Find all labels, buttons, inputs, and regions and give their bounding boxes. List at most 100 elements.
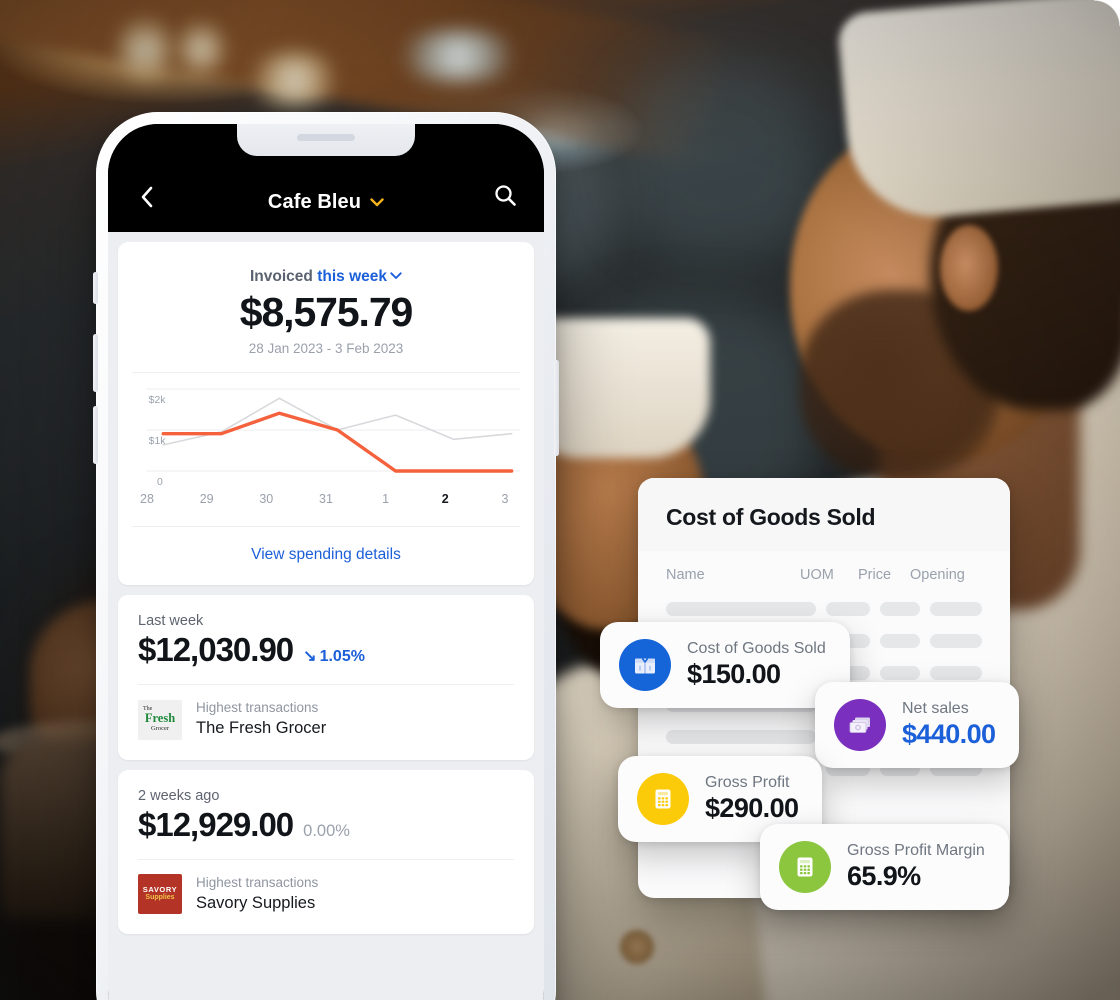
metric-text: Cost of Goods Sold $150.00 <box>687 639 826 691</box>
week-delta-value: 1.05% <box>319 648 365 666</box>
highest-transaction-row[interactable]: SAVORY Supplies Highest transactions Sav… <box>138 873 514 914</box>
metric-label: Cost of Goods Sold <box>687 640 826 658</box>
metric-value: 65.9% <box>847 861 921 892</box>
phone-silent-switch[interactable] <box>93 272 98 304</box>
logo-line-3: Grocer <box>150 725 170 733</box>
chart-xtick-2: 2 <box>441 492 449 507</box>
metric-label: Gross Profit <box>705 774 790 792</box>
highest-transaction-row[interactable]: The Fresh Grocer Highest transactions Th… <box>138 699 514 740</box>
week-delta: ↘ 1.05% <box>303 646 365 666</box>
chart-xtick-28: 28 <box>140 492 154 507</box>
metric-text: Net sales $440.00 <box>902 699 996 751</box>
chart-xtick-30: 30 <box>259 492 274 507</box>
week-delta-value: 0.00% <box>303 821 350 840</box>
ytick-label-2k: $2k <box>149 395 167 406</box>
ytick-label-0: 0 <box>157 477 163 488</box>
skeleton-cell-open <box>930 634 982 648</box>
phone-volume-up-button[interactable] <box>93 334 98 392</box>
metric-value: $440.00 <box>902 719 996 750</box>
page-title: Cafe Bleu <box>267 191 362 213</box>
chart-xtick-29: 29 <box>199 492 214 507</box>
phone-earpiece-speaker <box>297 134 355 141</box>
metric-label: Net sales <box>902 700 969 718</box>
banknotes-icon <box>834 699 886 751</box>
back-button[interactable] <box>130 180 164 214</box>
calculator-icon <box>637 773 689 825</box>
column-header-uom: UOM <box>800 567 834 583</box>
metric-text: Gross Profit Margin 65.9% <box>847 841 985 893</box>
invoiced-summary-card: Invoiced this week $8,575.79 28 Jan 2023… <box>118 242 534 586</box>
column-header-opening: Opening <box>910 567 965 583</box>
chart-xtick-31: 31 <box>319 492 333 507</box>
merchant-logo-the-fresh-grocer: The Fresh Grocer <box>138 699 182 740</box>
week-summary-card-two-weeks-ago: 2 weeks ago $12,929.00 0.00% SAVORY Supp… <box>118 769 534 935</box>
metric-text: Gross Profit $290.00 <box>705 773 799 825</box>
view-spending-details-link[interactable]: View spending details <box>118 527 534 585</box>
chart-x-axis: 28 29 30 31 1 2 3 <box>132 492 520 506</box>
metric-card-net-sales[interactable]: Net sales $440.00 <box>815 682 1020 768</box>
week-label: Last week <box>138 613 204 630</box>
invoiced-heading: Invoiced this week <box>136 268 516 286</box>
metric-value: $290.00 <box>705 793 799 824</box>
app-scroll-area[interactable]: Invoiced this week $8,575.79 28 Jan 2023… <box>108 232 544 1000</box>
chart-line-this-week <box>163 413 511 471</box>
calculator-icon <box>779 841 831 893</box>
store-selector[interactable]: Cafe Bleu <box>164 191 488 214</box>
phone-power-button[interactable] <box>554 360 559 456</box>
merchant-name: The Fresh Grocer <box>196 719 327 738</box>
search-button[interactable] <box>488 180 522 214</box>
skeleton-cell-price <box>880 634 920 648</box>
arrow-down-right-icon: ↘ <box>303 648 317 666</box>
corner-mask <box>1094 0 1120 26</box>
phone-screen: Cafe Bleu Invoiced this week $8,575.79 2… <box>108 124 544 1000</box>
logo-line-2: Supplies <box>145 894 175 902</box>
merchant-label: Highest transactions <box>196 700 319 716</box>
skeleton-cell-name <box>666 602 816 616</box>
metric-card-cost-of-goods-sold[interactable]: Cost of Goods Sold $150.00 <box>600 622 850 708</box>
chart-line-previous-week <box>163 399 511 446</box>
week-amount: $12,030.90 <box>138 631 294 669</box>
metric-value: $150.00 <box>687 659 781 690</box>
column-header-name: Name <box>666 567 705 583</box>
merchant-label: Highest transactions <box>196 874 319 890</box>
spending-chart[interactable]: $2k $1k 0 28 29 30 31 1 2 3 <box>132 372 520 520</box>
logo-line-1: SAVORY <box>142 885 178 895</box>
period-selector[interactable]: this week <box>317 268 402 285</box>
cogs-panel-header: Cost of Goods Sold <box>638 478 1010 551</box>
skeleton-cell-price <box>880 602 920 616</box>
metric-label: Gross Profit Margin <box>847 842 985 860</box>
divider <box>138 858 514 860</box>
week-amount-row: $12,929.00 0.00% <box>138 806 514 844</box>
metric-card-gross-profit-margin[interactable]: Gross Profit Margin 65.9% <box>760 824 1009 910</box>
box-icon <box>619 639 671 691</box>
chart-xtick-3: 3 <box>501 492 509 507</box>
logo-line-2: Fresh <box>144 711 176 726</box>
week-label: 2 weeks ago <box>138 787 220 804</box>
week-summary-card-last-week: Last week $12,030.90 ↘ 1.05% The Fresh G… <box>118 595 534 760</box>
phone-volume-down-button[interactable] <box>93 406 98 464</box>
invoiced-date-range: 28 Jan 2023 - 3 Feb 2023 <box>248 341 404 357</box>
week-delta: 0.00% <box>303 822 350 841</box>
column-header-price: Price <box>858 567 892 583</box>
skeleton-cell-open <box>930 602 982 616</box>
merchant-name: Savory Supplies <box>196 893 316 912</box>
cogs-panel-title: Cost of Goods Sold <box>666 504 876 530</box>
week-amount-row: $12,030.90 ↘ 1.05% <box>138 631 514 669</box>
phone-notch <box>237 124 415 156</box>
phone-mockup: Cafe Bleu Invoiced this week $8,575.79 2… <box>93 112 559 1000</box>
merchant-logo-savory-supplies: SAVORY Supplies <box>138 873 182 914</box>
invoiced-amount: $8,575.79 <box>239 289 414 335</box>
table-row <box>652 593 996 625</box>
skeleton-cell-open <box>930 666 982 680</box>
chevron-down-icon <box>390 268 402 286</box>
merchant-meta: Highest transactions The Fresh Grocer <box>196 699 326 739</box>
divider <box>138 684 514 686</box>
skeleton-cell-price <box>880 666 920 680</box>
period-label: this week <box>317 268 387 285</box>
chart-canvas: $2k $1k 0 <box>132 381 520 488</box>
chart-xtick-1: 1 <box>382 492 390 507</box>
cogs-table-header-row: Name UOM Price Opening <box>652 551 996 593</box>
summary-header: Invoiced this week $8,575.79 28 Jan 2023… <box>118 242 534 356</box>
skeleton-cell-name <box>666 730 816 744</box>
invoiced-label: Invoiced <box>250 268 313 285</box>
